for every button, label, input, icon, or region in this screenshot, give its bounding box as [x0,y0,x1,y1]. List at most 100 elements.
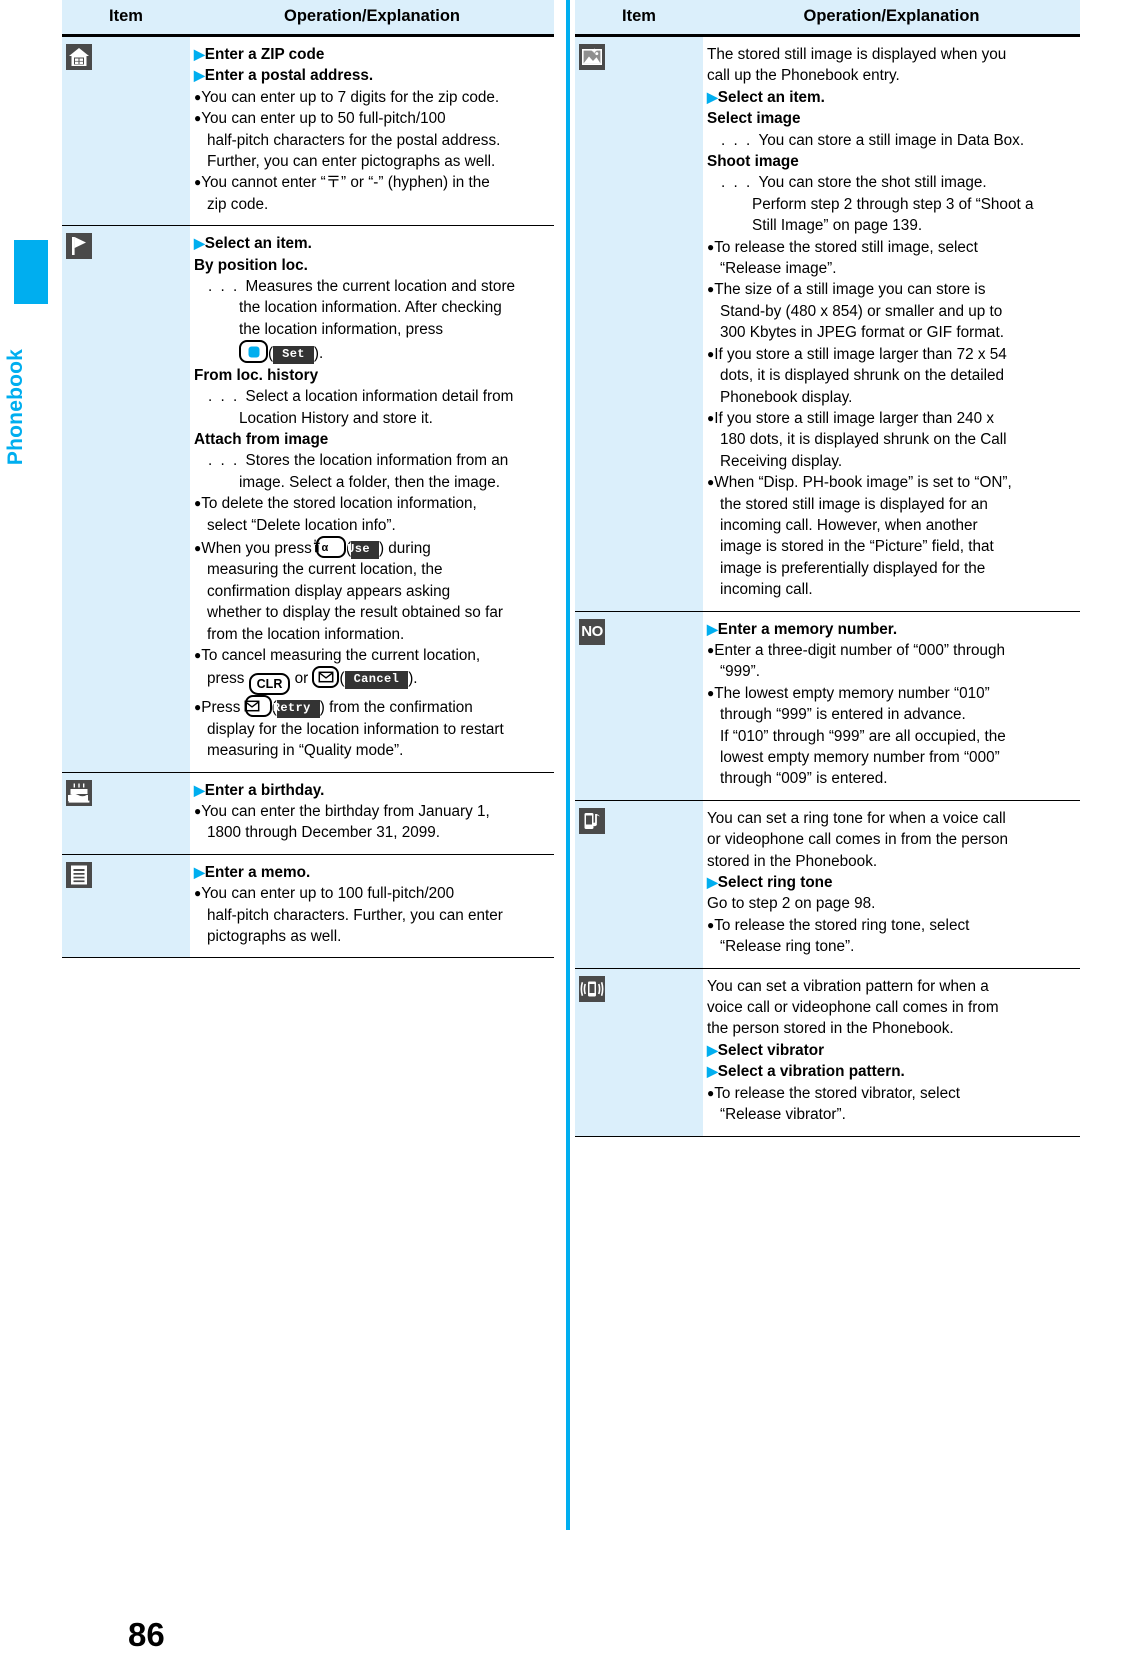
body-line: The stored still image is displayed when… [707,46,1007,63]
note-continuation-line: half-pitch characters for the postal add… [207,131,501,149]
ringtone-icon [579,807,605,834]
body-line: You can set a vibration pattern for when… [707,977,989,995]
item-cell [575,968,703,1137]
step-arrow-icon: ▶ [707,1041,718,1058]
note-bullet-line: ●You can enter up to 100 full-pitch/200 [194,885,455,903]
step-arrow-line: ▶Select vibrator [707,1041,825,1059]
bullet-icon: ● [707,917,715,932]
item-cell [62,225,190,773]
item-cell [62,772,190,855]
note-continuation-line: Stand-by (480 x 854) or smaller and up t… [720,302,1003,320]
bullet-icon: ● [194,886,202,901]
bullet-icon: ● [707,346,715,361]
note-bullet-line: ●You can enter the birthday from January… [194,803,490,820]
note-continuation-line: whether to display the result obtained s… [207,604,503,622]
note-bullet-line: ●You can enter up to 50 full-pitch/100 [194,110,446,128]
option-heading: Attach from image [194,430,329,448]
note-continuation-line: “999”. [720,663,760,681]
note-continuation-line: from the location information. [207,625,405,643]
note-continuation-line: pictographs as well. [207,928,342,946]
leader-dots: . . . [721,131,759,149]
note-continuation-line: Further, you can enter pictographs as we… [207,153,496,171]
note-continuation-line: 300 Kbytes in JPEG format or GIF format. [720,324,1004,342]
definition-continuation-line: the location information. After checking [239,299,502,317]
note-continuation-line: If “010” through “999” are all occupied,… [720,727,1006,745]
note-continuation-line: half-pitch characters. Further, you can … [207,906,503,924]
note-continuation-line: through “009” is entered. [720,770,888,788]
operation-cell: ▶Enter a memo. ●You can enter up to 100 f… [190,854,554,959]
definition-continuation-line: Location History and store it. [239,409,433,427]
definition-line: . . . Measures the current location and … [208,278,516,296]
note-continuation-line: measuring in “Quality mode”. [207,742,404,760]
note-continuation-line: 180 dots, it is displayed shrunk on the … [720,431,1007,449]
item-cell [575,35,703,612]
bullet-icon: ● [707,410,715,425]
option-heading: Select image [707,110,801,128]
item-cell [575,800,703,969]
option-heading: Shoot image [707,153,799,171]
definition-line: . . . Stores the location information fr… [208,452,509,470]
note-continuation-line: 1800 through December 31, 2099. [207,824,441,842]
body-line: or videophone call comes in from the per… [707,831,1009,849]
table-row: ▶Enter a memo. ●You can enter up to 100 f… [62,854,554,959]
table-row: You can set a ring tone for when a voice… [575,800,1080,969]
mail-key-icon [244,695,272,718]
cancel-softkey-label: Cancel [344,671,409,689]
item-label [579,72,699,93]
table-body-left: ▶Enter a ZIP code ▶Enter a postal address… [62,35,554,959]
note-bullet-line: ●The size of a still image you can store… [707,281,986,299]
retry-softkey-label: Retry [273,700,320,718]
body-line: call up the Phonebook entry. [707,67,900,85]
note-continuation-line: image is preferentially displayed for th… [720,559,986,577]
note-continuation-line: “Release image”. [720,260,837,278]
operation-cell: You can set a ring tone for when a voice… [703,800,1080,969]
table-row: ▶Select an item. By position loc. . . . Me… [62,225,554,773]
body-line: You can set a ring tone for when a voice… [707,809,1006,827]
operation-cell: ▶Select an item. By position loc. . . . Me… [190,225,554,773]
step-arrow-line: ▶Select an item. [707,88,825,106]
bullet-icon: ● [707,685,715,700]
step-arrow-line: ▶Select a vibration pattern. [707,1063,905,1081]
item-cell [62,35,190,227]
note-continuation-line: select “Delete location info”. [207,516,396,534]
operation-cell: You can set a vibration pattern for when… [703,968,1080,1137]
page-body: Item Operation/Explanation ▶Enter a ZIP … [62,0,1136,1672]
step-arrow-icon: ▶ [194,863,205,880]
sidebar-chapter-tab: Phonebook [0,0,62,1672]
bullet-icon: ● [194,647,202,662]
note-bullet-line: ●To cancel measuring the current locatio… [194,646,481,664]
note-bullet-line: ●To release the stored still image, sele… [707,238,978,256]
note-bullet-line: ●To delete the stored location informati… [194,495,477,513]
body-line: voice call or videophone call comes in f… [707,999,999,1017]
bullet-icon: ● [194,804,202,818]
step-arrow-icon: ▶ [707,874,718,891]
chapter-tab-block [14,240,48,304]
table-row: You can set a vibration pattern for when… [575,968,1080,1137]
bullet-icon: ● [194,89,202,104]
left-column: Item Operation/Explanation ▶Enter a ZIP … [62,0,554,959]
bullet-icon: ● [194,700,202,715]
note-continuation-line: confirmation display appears asking [207,582,451,600]
item-cell [62,854,190,959]
note-bullet-line: ●If you store a still image larger than … [707,409,994,427]
table-row: ▶Enter a ZIP code ▶Enter a postal address… [62,35,554,227]
picture-icon [579,44,605,70]
no-icon: NO [579,618,605,645]
mail-key-icon [312,666,340,689]
clr-key-icon: CLR [248,673,291,696]
header-item: Item [62,0,190,37]
keypress-note-line: press CLR or (Cancel). [194,666,550,696]
step-arrow-line: ▶Enter a memo. [194,863,311,881]
table-row: The stored still image is displayed when… [575,35,1080,612]
table-header-row: Item Operation/Explanation [575,0,1080,37]
note-continuation-line: Phonebook display. [720,388,853,406]
bullet-icon: ● [707,239,715,254]
note-continuation-line: “Release vibrator”. [720,1106,846,1124]
definition-line: . . . You can store the shot still image… [721,174,987,192]
cake-icon [66,779,92,806]
operation-cell: ▶Enter a birthday. ●You can enter the bir… [190,772,554,855]
leader-dots: . . . [721,174,759,192]
step-arrow-line: ▶Enter a memory number. [707,620,898,638]
body-line: Go to step 2 on page 98. [707,895,876,913]
note-continuation-line: Receiving display. [720,452,843,470]
